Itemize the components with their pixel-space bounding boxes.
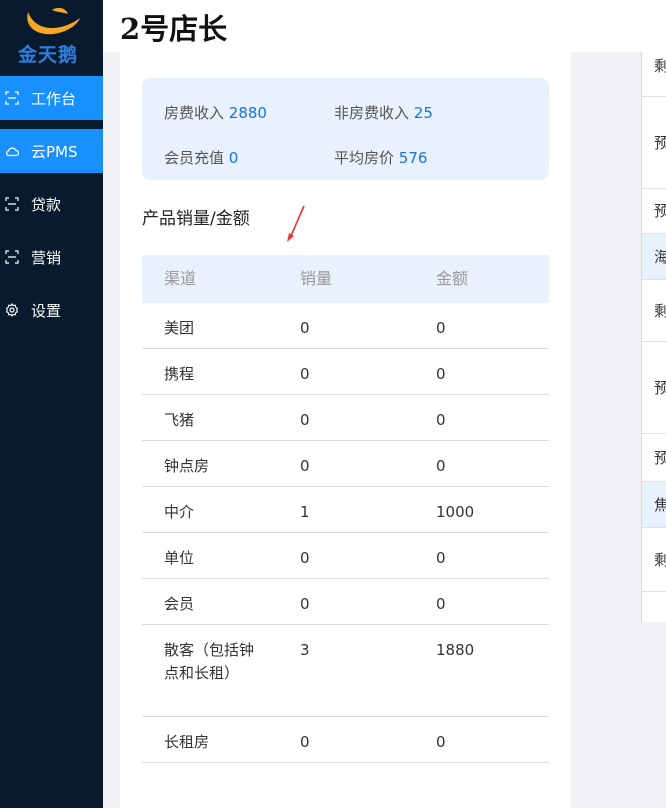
column-header-channel: 渠道 — [164, 269, 197, 288]
room-status-row: 剩 — [642, 528, 666, 592]
scan-icon — [5, 91, 19, 105]
room-group-header: 海 — [642, 234, 666, 280]
avg-price-stat: 平均房价 576 — [334, 147, 427, 168]
cloud-icon — [6, 147, 19, 157]
quantity-cell: 0 — [300, 365, 310, 383]
non-room-income-stat: 非房费收入 25 — [334, 102, 433, 123]
stat-label: 房费收入 — [164, 104, 225, 122]
stat-value: 576 — [398, 149, 428, 167]
room-status-row: 预 — [642, 97, 666, 189]
scan-icon — [5, 250, 19, 264]
channel-cell: 中介 — [164, 503, 195, 521]
amount-cell: 0 — [436, 733, 446, 751]
red-arrow-annotation — [287, 205, 305, 242]
stat-value: 0 — [228, 149, 239, 167]
quantity-cell: 0 — [300, 733, 310, 751]
sidebar-item-workbench[interactable]: 工作台 — [0, 76, 103, 120]
channel-cell: 长租房 — [164, 733, 210, 751]
amount-cell: 0 — [436, 411, 446, 429]
amount-cell: 1880 — [436, 641, 475, 659]
room-group-header: 焦 — [642, 482, 666, 528]
brand-name: 金天鹅 — [18, 44, 79, 66]
sidebar-item-label: 工作台 — [31, 89, 77, 108]
stat-label: 会员充值 — [164, 149, 225, 167]
stat-label: 平均房价 — [334, 149, 395, 167]
amount-cell: 1000 — [436, 503, 475, 521]
room-income-stat: 房费收入 2880 — [164, 102, 267, 123]
sidebar-item-label: 营销 — [31, 248, 62, 267]
amount-cell: 0 — [436, 365, 446, 383]
quantity-cell: 0 — [300, 457, 310, 475]
room-status-row: 预 — [642, 342, 666, 434]
gear-icon — [5, 303, 19, 317]
channel-cell: 会员 — [164, 595, 195, 613]
content-gutter — [103, 52, 120, 808]
table-row: 钟点房 0 0 — [142, 441, 549, 487]
channel-cell: 钟点房 — [164, 457, 210, 475]
amount-cell: 0 — [436, 549, 446, 567]
quantity-cell: 3 — [300, 641, 310, 659]
room-status-row: 剩 — [642, 280, 666, 342]
quantity-cell: 0 — [300, 595, 310, 613]
amount-cell: 0 — [436, 319, 446, 337]
sidebar-item-label: 贷款 — [31, 195, 62, 214]
section-title: 产品销量/金额 — [142, 209, 250, 229]
table-row: 携程 0 0 — [142, 349, 549, 395]
table-row: 飞猪 0 0 — [142, 395, 549, 441]
channel-cell: 散客（包括钟点和长租） — [164, 641, 255, 682]
quantity-cell: 1 — [300, 503, 310, 521]
stat-value: 25 — [413, 104, 433, 122]
table-row: 会员 0 0 — [142, 579, 549, 625]
page-title: 2号店长 — [120, 12, 228, 46]
room-status-row: 预 — [642, 434, 666, 482]
amount-cell: 0 — [436, 595, 446, 613]
sidebar-item-cloud-pms[interactable]: 云PMS — [0, 129, 103, 173]
table-row: 长租房 0 0 — [142, 717, 549, 763]
member-recharge-stat: 会员充值 0 — [164, 147, 238, 168]
quantity-cell: 0 — [300, 549, 310, 567]
table-row: 美团 0 0 — [142, 303, 549, 349]
quantity-cell: 0 — [300, 319, 310, 337]
channel-cell: 飞猪 — [164, 411, 195, 429]
quantity-cell: 0 — [300, 411, 310, 429]
channel-cell: 单位 — [164, 549, 195, 567]
room-status-row: 剩 — [642, 52, 666, 97]
sidebar-item-label: 云PMS — [31, 142, 78, 161]
column-header-quantity: 销量 — [300, 269, 333, 288]
brand-logo: 金天鹅 — [0, 0, 103, 70]
sidebar-item-label: 设置 — [31, 301, 62, 320]
table-header: 渠道 销量 金额 — [142, 255, 549, 303]
table-row: 单位 0 0 — [142, 533, 549, 579]
sidebar-item-marketing[interactable]: 营销 — [0, 235, 103, 279]
stat-value: 2880 — [228, 104, 267, 122]
swan-logo-icon — [27, 7, 80, 35]
channel-cell: 携程 — [164, 365, 195, 383]
table-row: 中介 1 1000 — [142, 487, 549, 533]
sidebar: 金天鹅 工作台 云PMS 贷款 营销 设置 — [0, 0, 103, 808]
room-status-row: 预 — [642, 189, 666, 234]
column-header-amount: 金额 — [436, 269, 469, 288]
table-row: 散客（包括钟点和长租） 3 1880 — [142, 625, 549, 717]
channel-cell: 美团 — [164, 319, 195, 337]
room-status-card: 剩 预 预 海 剩 预 预 焦 剩 — [641, 52, 666, 622]
sidebar-item-loan[interactable]: 贷款 — [0, 182, 103, 226]
sidebar-item-settings[interactable]: 设置 — [0, 288, 103, 332]
amount-cell: 0 — [436, 457, 446, 475]
stat-label: 非房费收入 — [334, 104, 410, 122]
scan-icon — [5, 197, 19, 211]
sales-table: 渠道 销量 金额 美团 0 0 携程 0 0 飞猪 0 0 钟点房 0 0 中介… — [142, 255, 549, 763]
revenue-summary-card: 房费收入 2880 非房费收入 25 会员充值 0 平均房价 576 — [142, 78, 549, 180]
